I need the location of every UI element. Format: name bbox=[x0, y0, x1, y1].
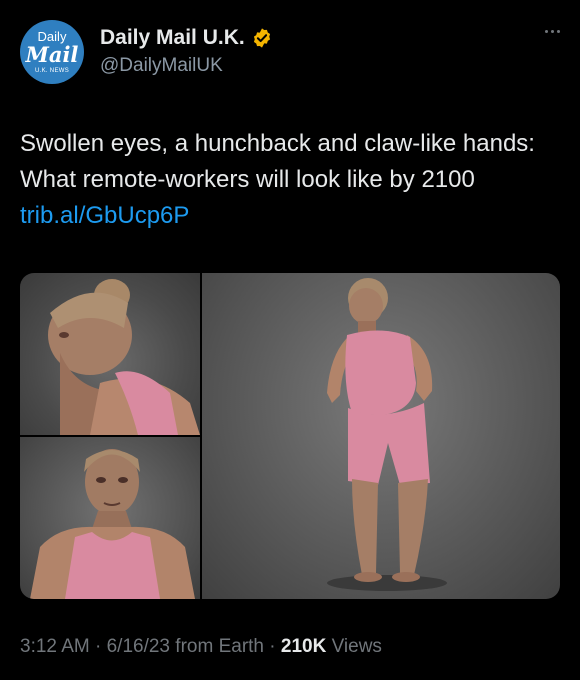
tweet-link[interactable]: trib.al/GbUcp6P bbox=[20, 202, 189, 229]
avatar-logo-line2: Mail bbox=[25, 42, 79, 67]
tweet-body: Swollen eyes, a hunchback and claw-like … bbox=[20, 130, 535, 193]
media-grid bbox=[20, 273, 560, 599]
meta-separator: · bbox=[264, 636, 281, 657]
media-image-side-profile[interactable] bbox=[20, 273, 200, 435]
meta-separator: · bbox=[89, 636, 107, 657]
avatar[interactable]: Daily Mail U.K. NEWS bbox=[20, 20, 84, 84]
author-row: Daily Mail U.K. bbox=[100, 26, 273, 50]
verified-badge-icon bbox=[253, 28, 270, 48]
tweet-meta: 3:12 AM · 6/16/23 from Earth · 210K View… bbox=[20, 636, 382, 658]
display-name[interactable]: Daily Mail U.K. bbox=[100, 26, 245, 50]
tweet-text: Swollen eyes, a hunchback and claw-like … bbox=[20, 126, 560, 234]
more-options-icon[interactable] bbox=[545, 30, 560, 33]
views-count: 210K bbox=[280, 636, 327, 657]
tweet-time[interactable]: 3:12 AM bbox=[20, 636, 90, 657]
handle[interactable]: @DailyMailUK bbox=[100, 55, 223, 77]
tweet-date[interactable]: 6/16/23 bbox=[107, 636, 170, 657]
media-image-front[interactable] bbox=[20, 437, 200, 599]
views-label: Views bbox=[331, 636, 382, 657]
tweet-source: from Earth bbox=[175, 636, 264, 657]
media-image-full-body[interactable] bbox=[202, 273, 560, 599]
avatar-logo-line3: U.K. NEWS bbox=[34, 68, 70, 74]
